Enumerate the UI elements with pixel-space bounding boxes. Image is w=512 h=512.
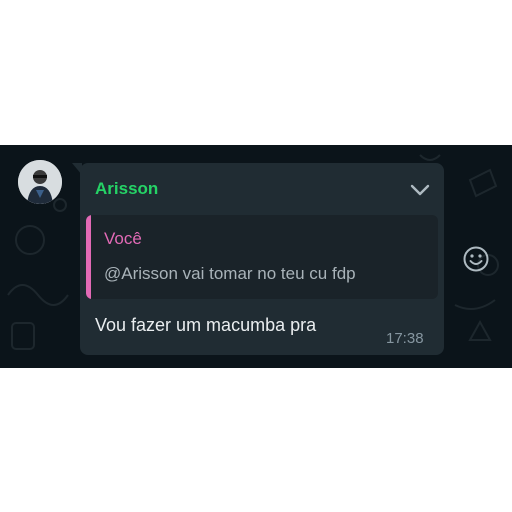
message-text: Vou fazer um macumba pra (95, 315, 317, 335)
quoted-message[interactable]: Você @Arisson vai tomar no teu cu fdp (86, 215, 438, 299)
message-timestamp: 17:38 (386, 330, 424, 347)
quote-accent-bar (86, 215, 91, 299)
contact-avatar[interactable] (18, 160, 62, 204)
chevron-down-icon[interactable] (408, 178, 432, 202)
emoji-smile-icon[interactable] (461, 244, 491, 274)
avatar-photo-icon (18, 160, 62, 204)
quoted-author: Você (104, 229, 142, 248)
quoted-text: @Arisson vai tomar no teu cu fdp (104, 264, 356, 283)
sender-name[interactable]: Arisson (95, 179, 158, 199)
